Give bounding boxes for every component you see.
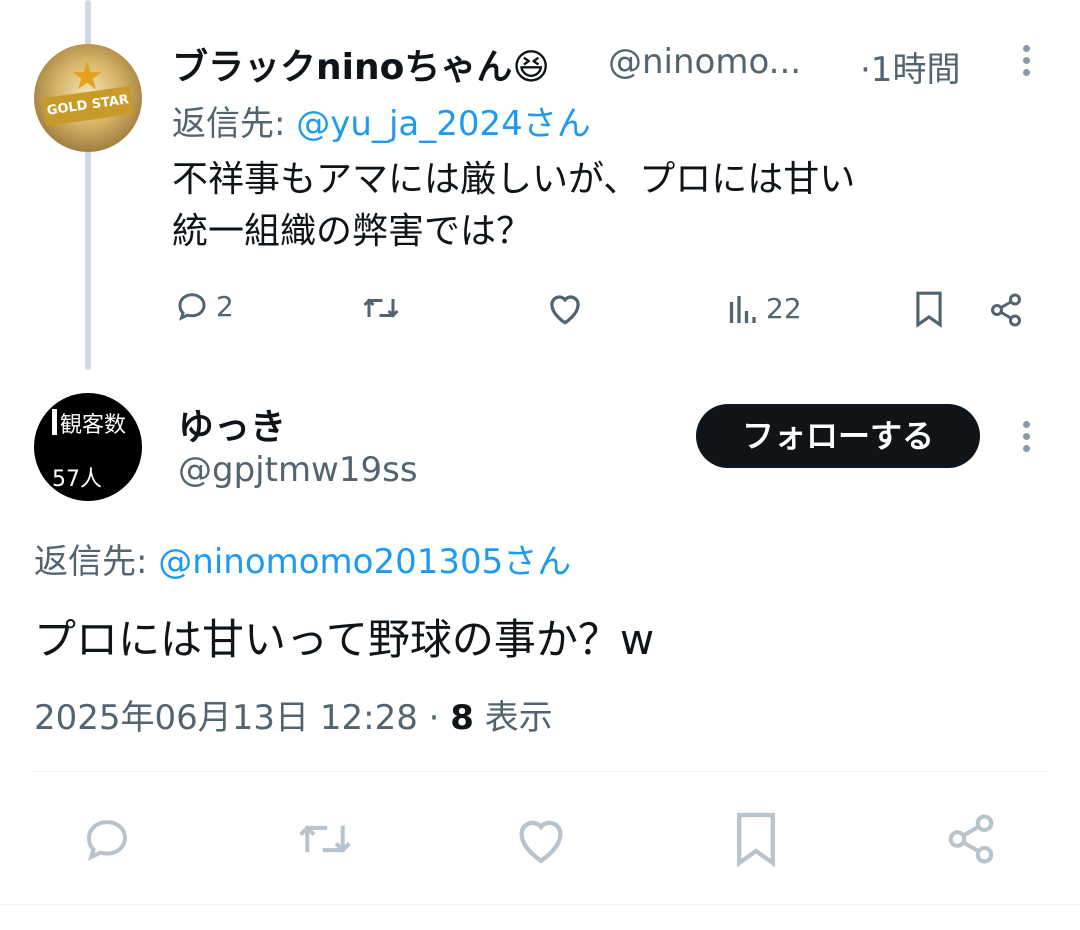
bookmark-button[interactable] [912, 290, 946, 328]
meta-separator: · [428, 698, 440, 738]
avatar[interactable]: 観客数 57人 [34, 393, 142, 501]
display-name[interactable]: ゆっき [178, 398, 286, 450]
views-label: 表示 [484, 698, 553, 738]
share-button[interactable] [944, 812, 998, 866]
views-number: 8 [450, 698, 474, 738]
share-icon [948, 814, 994, 864]
bookmark-icon [916, 291, 942, 328]
retweet-button[interactable] [360, 290, 402, 326]
share-button[interactable] [988, 292, 1024, 328]
retweet-icon [299, 825, 351, 853]
tweet-text-line: 不祥事もアマには厳しいが、プロには甘い [172, 159, 856, 200]
tweet-time[interactable]: ·1時間 [860, 42, 960, 91]
user-handle[interactable]: @gpjtmw19ss [178, 450, 418, 490]
bookmark-button[interactable] [732, 810, 780, 868]
reply-button[interactable]: 2 [174, 288, 234, 324]
divider [33, 771, 1048, 772]
reply-prefix: 返信先: [172, 104, 286, 144]
like-button[interactable] [512, 812, 570, 866]
tweet-meta: 2025年06月13日 12:28 · 8 表示 [34, 690, 553, 739]
avatar-text-bottom: 57人 [52, 467, 102, 492]
bottom-divider [0, 904, 1080, 905]
like-button[interactable] [545, 290, 585, 326]
more-options-icon[interactable] [1006, 416, 1046, 456]
reply-handle-link[interactable]: @ninomomo201305さん [158, 542, 571, 582]
tweet-text-line: 統一組織の弊害では？ [172, 211, 533, 252]
reply-prefix: 返信先: [34, 542, 148, 582]
reply-count: 2 [216, 289, 234, 323]
tweet-timestamp[interactable]: 2025年06月13日 12:28 [34, 698, 418, 738]
more-options-icon[interactable] [1006, 40, 1046, 80]
reply-context: 返信先: @yu_ja_2024さん [172, 96, 591, 145]
bookmark-icon [737, 812, 775, 868]
reply-context: 返信先: @ninomomo201305さん [34, 534, 571, 583]
share-icon [991, 293, 1021, 327]
reply-icon [178, 293, 206, 321]
views-count: 22 [766, 291, 802, 325]
avatar-text-top: 観客数 [60, 413, 127, 438]
follow-button[interactable]: フォローする [696, 404, 980, 468]
avatar-label: GOLD STAR [42, 86, 134, 126]
user-handle[interactable]: @ninomo... [608, 42, 801, 82]
reply-icon [86, 820, 128, 861]
display-name[interactable]: ブラックninoちゃん😆 [172, 38, 550, 90]
reply-button[interactable] [80, 812, 134, 866]
tweet-text: プロには甘いって野球の事か？w [34, 615, 655, 664]
heart-icon [550, 295, 580, 325]
avatar-bar [52, 409, 57, 435]
retweet-icon [363, 298, 399, 318]
heart-icon [519, 820, 563, 864]
retweet-button[interactable] [294, 812, 356, 866]
avatar[interactable]: ★ GOLD STAR [34, 44, 142, 152]
tweet-text: 不祥事もアマには厳しいが、プロには甘い 統一組織の弊害では？ [172, 154, 855, 258]
views-button[interactable]: 22 [726, 290, 802, 326]
analytics-icon [729, 296, 756, 323]
reply-handle-link[interactable]: @yu_ja_2024さん [296, 104, 590, 144]
